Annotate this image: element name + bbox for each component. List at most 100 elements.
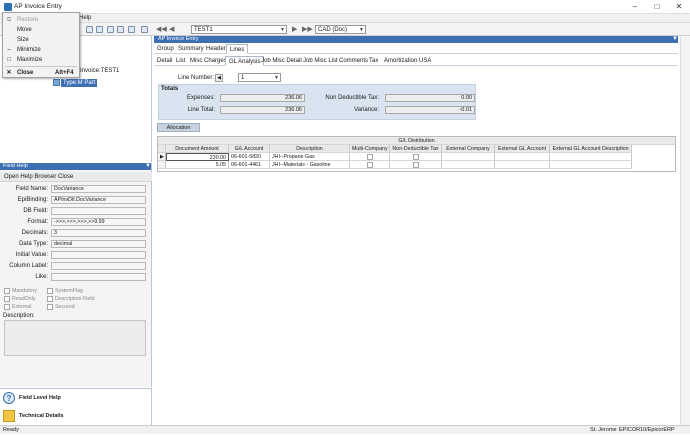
first-record-icon[interactable]: ◀◀ bbox=[156, 25, 167, 33]
table-row-amount[interactable]: 5.05 bbox=[166, 161, 229, 169]
tab-misc-charges[interactable]: Misc Charges bbox=[187, 56, 230, 66]
menu-item-move[interactable]: Move bbox=[3, 25, 79, 35]
field-name-label: Field Name: bbox=[15, 186, 48, 192]
table-row-amount[interactable]: 230.00 bbox=[166, 153, 229, 161]
table-row-description[interactable]: JHI--Propane Gas bbox=[270, 153, 350, 161]
restore-icon: ⧉ bbox=[6, 17, 12, 23]
app-icon[interactable] bbox=[4, 3, 12, 11]
secured-checkbox bbox=[47, 304, 53, 310]
maximize-window-button[interactable]: □ bbox=[646, 0, 668, 13]
initial-value-label: Initial Value: bbox=[15, 252, 48, 258]
menu-item-restore[interactable]: ⧉ Restore bbox=[3, 15, 79, 25]
tab-usa[interactable]: USA bbox=[416, 56, 434, 66]
col-non-deductible-tax[interactable]: Non-Deductible Tax bbox=[390, 145, 442, 153]
table-row-external-gl-desc[interactable] bbox=[550, 153, 632, 161]
vertical-scrollbar[interactable] bbox=[680, 36, 690, 425]
technical-details-link[interactable]: Technical Details bbox=[19, 413, 64, 419]
col-multi-company[interactable]: Multi-Company bbox=[350, 145, 390, 153]
table-row-external-gl-account[interactable] bbox=[495, 153, 550, 161]
non-deductible-tax-field: 0.00 bbox=[385, 94, 475, 102]
new-icon[interactable] bbox=[86, 26, 93, 33]
db-field-label: DB Field: bbox=[23, 208, 48, 214]
col-external-gl-account-description[interactable]: External GL Account Description bbox=[550, 145, 632, 153]
allocation-button[interactable]: Allocation bbox=[157, 123, 200, 132]
tab-job-misc-detail[interactable]: Job Misc Detail bbox=[258, 56, 305, 66]
menu-item-close[interactable]: ✕ Close Alt+F4 bbox=[3, 68, 79, 78]
technical-details-icon bbox=[3, 410, 15, 422]
table-row-description[interactable]: JHI--Materials - Gasoline bbox=[270, 161, 350, 169]
currency-combo[interactable]: CAD (Doc) ▼ bbox=[315, 25, 366, 34]
read-only-label: ReadOnly bbox=[12, 296, 36, 302]
table-row-external-gl-account[interactable] bbox=[495, 161, 550, 169]
menu-item-minimize[interactable]: – Minimize bbox=[3, 45, 79, 55]
line-number-combo[interactable]: 1 ▼ bbox=[238, 73, 281, 82]
maximize-icon: □ bbox=[7, 57, 11, 63]
record-combo[interactable]: TEST1 ▼ bbox=[191, 25, 287, 34]
system-flag-label: SystemFlag bbox=[55, 288, 83, 294]
undo-icon[interactable] bbox=[141, 26, 148, 33]
menu-item-maximize[interactable]: □ Maximize bbox=[3, 55, 79, 65]
col-external-company[interactable]: External Company bbox=[442, 145, 495, 153]
save-icon[interactable] bbox=[96, 26, 103, 33]
format-label: Format: bbox=[27, 219, 48, 225]
table-row-account[interactable]: 06-601-4461 bbox=[229, 161, 270, 169]
multi-company-checkbox[interactable] bbox=[367, 154, 373, 160]
col-external-gl-account[interactable]: External GL Account bbox=[495, 145, 550, 153]
row-selector-active[interactable]: ▶ bbox=[158, 153, 166, 161]
table-row-external-company[interactable] bbox=[442, 161, 495, 169]
field-help-toolbar: Open Help Browser Close bbox=[0, 172, 152, 182]
non-deductible-tax-checkbox[interactable] bbox=[413, 162, 419, 168]
field-help-panel: Field Help ▼ Open Help Browser Close Fie… bbox=[0, 163, 152, 387]
tab-header[interactable]: Header bbox=[203, 44, 229, 54]
line-prev-icon[interactable]: ◀ bbox=[215, 74, 223, 82]
totals-label: Totals bbox=[161, 86, 179, 92]
minimize-window-button[interactable]: – bbox=[624, 0, 646, 13]
menu-help[interactable]: Help bbox=[79, 15, 91, 21]
pin-icon[interactable]: ▼ bbox=[145, 163, 151, 169]
decimals-value: 3 bbox=[51, 229, 146, 237]
tab-amortization[interactable]: Amortization bbox=[381, 56, 420, 66]
tree-type-node[interactable]: Type:M Part bbox=[61, 79, 98, 87]
tab-job-misc-list[interactable]: Job Misc List bbox=[300, 56, 341, 66]
last-record-icon[interactable]: ▶▶ bbox=[302, 25, 313, 33]
tab-tax[interactable]: Tax bbox=[366, 56, 381, 66]
close-window-button[interactable]: ✕ bbox=[668, 0, 690, 13]
decimals-label: Decimals: bbox=[21, 230, 48, 236]
field-level-help-link[interactable]: Field Level Help bbox=[19, 395, 61, 401]
line-number-label: Line Number: bbox=[178, 75, 215, 81]
col-description[interactable]: Description bbox=[270, 145, 350, 153]
table-row-external-gl-desc[interactable] bbox=[550, 161, 632, 169]
description-field-label: Description Field bbox=[55, 296, 95, 302]
paste-icon[interactable] bbox=[128, 26, 135, 33]
totals-group: Totals Expenses: 236.06 Line Total: 236.… bbox=[158, 84, 476, 120]
multi-company-checkbox[interactable] bbox=[367, 162, 373, 168]
tree-invoice-node[interactable]: Invoice:TEST1 bbox=[80, 68, 119, 74]
col-document-amount[interactable]: Document Amount bbox=[166, 145, 229, 153]
col-gl-account[interactable]: G/L Account bbox=[229, 145, 270, 153]
tab-lines[interactable]: Lines bbox=[226, 44, 249, 54]
previous-record-icon[interactable]: ◀ bbox=[169, 25, 174, 33]
close-help-button[interactable]: Close bbox=[58, 174, 73, 180]
tab-summary[interactable]: Summary bbox=[175, 44, 207, 54]
delete-icon[interactable] bbox=[107, 26, 114, 33]
secured-label: Secured bbox=[55, 304, 75, 310]
menu-item-size[interactable]: Size bbox=[3, 35, 79, 45]
variance-field: -0.01 bbox=[385, 106, 475, 114]
read-only-checkbox bbox=[4, 296, 10, 302]
line-total-label: Line Total: bbox=[187, 107, 215, 113]
copy-icon[interactable] bbox=[117, 26, 124, 33]
field-name-value: DocVariance bbox=[51, 185, 146, 193]
non-deductible-tax-checkbox[interactable] bbox=[413, 154, 419, 160]
table-row-external-company[interactable] bbox=[442, 153, 495, 161]
status-bar: Ready St. Jerome EPICOR10/EpicorERP bbox=[0, 425, 690, 434]
tab-group[interactable]: Group bbox=[154, 44, 177, 54]
open-help-browser-button[interactable]: Open Help Browser bbox=[4, 174, 56, 180]
next-record-icon[interactable]: ▶ bbox=[292, 25, 297, 33]
row-selector[interactable] bbox=[158, 161, 166, 169]
mandatory-checkbox bbox=[4, 288, 10, 294]
column-label-value bbox=[51, 262, 146, 270]
epibinding-label: EpiBinding: bbox=[17, 197, 48, 203]
main-pin-icon[interactable]: ▼ bbox=[672, 36, 678, 42]
table-row-account[interactable]: 06-601-5820 bbox=[229, 153, 270, 161]
grid-group-header: G/L Distribution bbox=[158, 137, 675, 145]
